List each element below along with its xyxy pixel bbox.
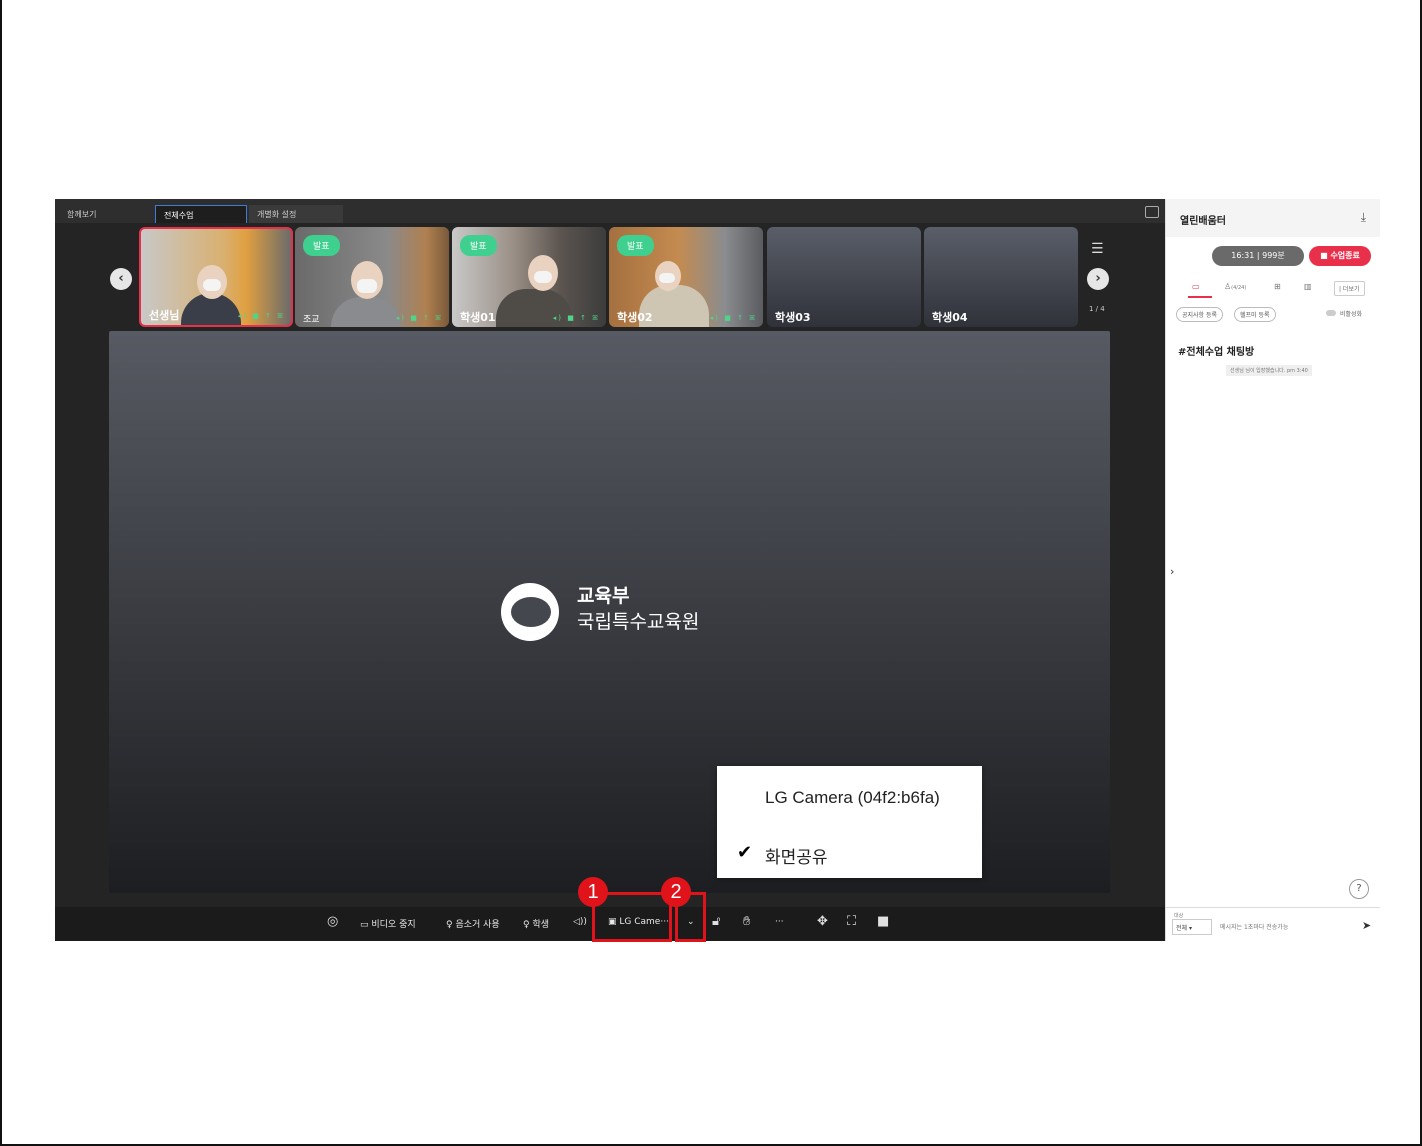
helpme-register-button[interactable]: 헬프미 등록 xyxy=(1234,307,1276,322)
hand-icon[interactable]: ✋︎ xyxy=(743,914,750,929)
callout-1: 1 xyxy=(578,877,608,907)
lock-icon[interactable]: 🔓︎ xyxy=(712,914,720,929)
participant-name: 학생02 xyxy=(617,311,653,324)
participant-tile[interactable]: 학생03 xyxy=(767,227,921,327)
face-mask xyxy=(659,273,675,283)
presenter-badge: 발표 xyxy=(303,235,340,256)
student-mic-label: 학생 xyxy=(532,920,550,930)
panel-header: 열린배움터 ⤓ xyxy=(1166,199,1380,237)
dropdown-option-screen-share[interactable]: 화면공유 xyxy=(717,843,982,868)
face-mask xyxy=(534,271,552,283)
logo-line-1: 교육부 xyxy=(577,585,630,607)
logo-line-2: 국립특수교육원 xyxy=(577,611,700,633)
files-tab-icon[interactable]: ⊞ xyxy=(1274,282,1281,291)
mute-label: 음소거 사용 xyxy=(455,920,500,930)
move-icon[interactable]: ✥ xyxy=(817,914,828,929)
presenter-badge: 발표 xyxy=(617,235,654,256)
logo-swirl xyxy=(511,597,551,627)
participant-name: 학생01 xyxy=(460,311,496,324)
speaker-icon[interactable]: ◁)) xyxy=(573,917,587,927)
active-tab-indicator xyxy=(1188,296,1212,298)
system-chat-message: 선생님 님이 입장했습니다. pm 3:40 xyxy=(1226,365,1312,376)
participant-tile[interactable]: 발표 조교 ◂) ■ ↑ ꕤ xyxy=(295,227,449,327)
download-icon[interactable]: ⤓ xyxy=(1361,210,1366,225)
tab-watch-together[interactable]: 함께보기 xyxy=(59,205,104,223)
video-stop-button[interactable]: ▭ 비디오 중지 xyxy=(360,917,416,930)
tab-whole-class[interactable]: 전체수업 xyxy=(155,205,247,223)
edit-icon[interactable] xyxy=(1145,206,1159,218)
activation-toggle[interactable] xyxy=(1326,310,1336,316)
face-mask xyxy=(357,279,377,293)
tab-bar: 함께보기 전체수업 개별화 설정 xyxy=(55,199,1165,223)
help-icon[interactable]: ? xyxy=(1349,879,1369,899)
participant-tile[interactable]: 학생04 xyxy=(924,227,1078,327)
status-icons: ◂) ■ ↑ ꕤ xyxy=(237,312,285,320)
participant-tile[interactable]: 선생님 ◂) ■ ↑ ꕤ xyxy=(139,227,293,327)
participant-name: 조교 xyxy=(303,315,320,325)
chat-room-title: #전체수업 채팅방 xyxy=(1178,347,1255,358)
face-mask xyxy=(203,279,221,291)
panel-title: 열린배움터 xyxy=(1180,216,1226,227)
participants-tab[interactable]: ♙(4/24) xyxy=(1224,282,1246,291)
participant-name: 선생님 xyxy=(149,309,180,322)
end-class-button[interactable]: ■ 수업종료 xyxy=(1309,246,1371,266)
status-icons: ◂) ■ ↑ ꕤ xyxy=(552,314,600,322)
camera-dropdown-menu: LG Camera (04f2:b6fa) ✔ 화면공유 xyxy=(717,766,982,878)
side-panel: 열린배움터 ⤓ 16:31 | 999분 ■ 수업종료 ▭ ♙(4/24) ⊞ … xyxy=(1165,199,1380,941)
participants-count: (4/24) xyxy=(1231,285,1247,291)
callout-2: 2 xyxy=(661,877,691,907)
mute-button[interactable]: ♀ 음소거 사용 xyxy=(446,917,500,930)
class-timer: 16:31 | 999분 xyxy=(1212,246,1304,266)
target-label: 대상 xyxy=(1174,913,1184,919)
toggle-label: 비활성화 xyxy=(1340,311,1363,318)
screen-icon[interactable]: ■ xyxy=(877,914,889,929)
collapse-panel-icon[interactable]: › xyxy=(1170,565,1174,578)
next-page-button[interactable]: › xyxy=(1087,268,1109,290)
filter-icon[interactable]: ☰ xyxy=(1091,241,1104,257)
participant-name: 학생04 xyxy=(932,311,968,324)
chat-message-input[interactable] xyxy=(1216,919,1356,935)
screenshot-frame: 함께보기 전체수업 개별화 설정 ‹ 선생님 ◂) ■ ↑ ꕤ 발표 조교 ◂)… xyxy=(0,0,1422,1146)
stats-tab-icon[interactable]: ▥ xyxy=(1304,282,1312,291)
page-indicator: 1 / 4 xyxy=(1089,305,1105,313)
notice-register-button[interactable]: 공지사항 등록 xyxy=(1176,307,1224,322)
more-icon[interactable]: ··· xyxy=(775,917,784,927)
participant-tile[interactable]: 발표 학생02 ◂) ■ ↑ ꕤ xyxy=(609,227,763,327)
chat-tab-icon[interactable]: ▭ xyxy=(1192,282,1200,291)
prev-page-button[interactable]: ‹ xyxy=(110,268,132,290)
video-stop-label: 비디오 중지 xyxy=(371,920,416,930)
target-select[interactable]: 전체 ▾ xyxy=(1172,919,1212,935)
status-icons: ◂) ■ ↑ ꕤ xyxy=(395,314,443,322)
tab-individual-settings[interactable]: 개별화 설정 xyxy=(249,205,343,223)
student-mic-button[interactable]: ♀ 학생 xyxy=(523,917,549,930)
more-button[interactable]: | 더보기 xyxy=(1334,281,1365,296)
presenter-badge: 발표 xyxy=(460,235,497,256)
chat-input-bar: 대상 전체 ▾ ➤ xyxy=(1166,907,1380,941)
participant-tile[interactable]: 발표 학생01 ◂) ■ ↑ ꕤ xyxy=(452,227,606,327)
fullscreen-icon[interactable]: ⛶ xyxy=(847,914,856,929)
send-icon[interactable]: ➤ xyxy=(1362,919,1371,932)
status-icons: ◂) ■ ↑ ꕤ xyxy=(709,314,757,322)
dropdown-option-lg-camera[interactable]: LG Camera (04f2:b6fa) xyxy=(717,788,982,808)
settings-icon[interactable]: ◎ xyxy=(327,914,338,929)
participant-name: 학생03 xyxy=(775,311,811,324)
